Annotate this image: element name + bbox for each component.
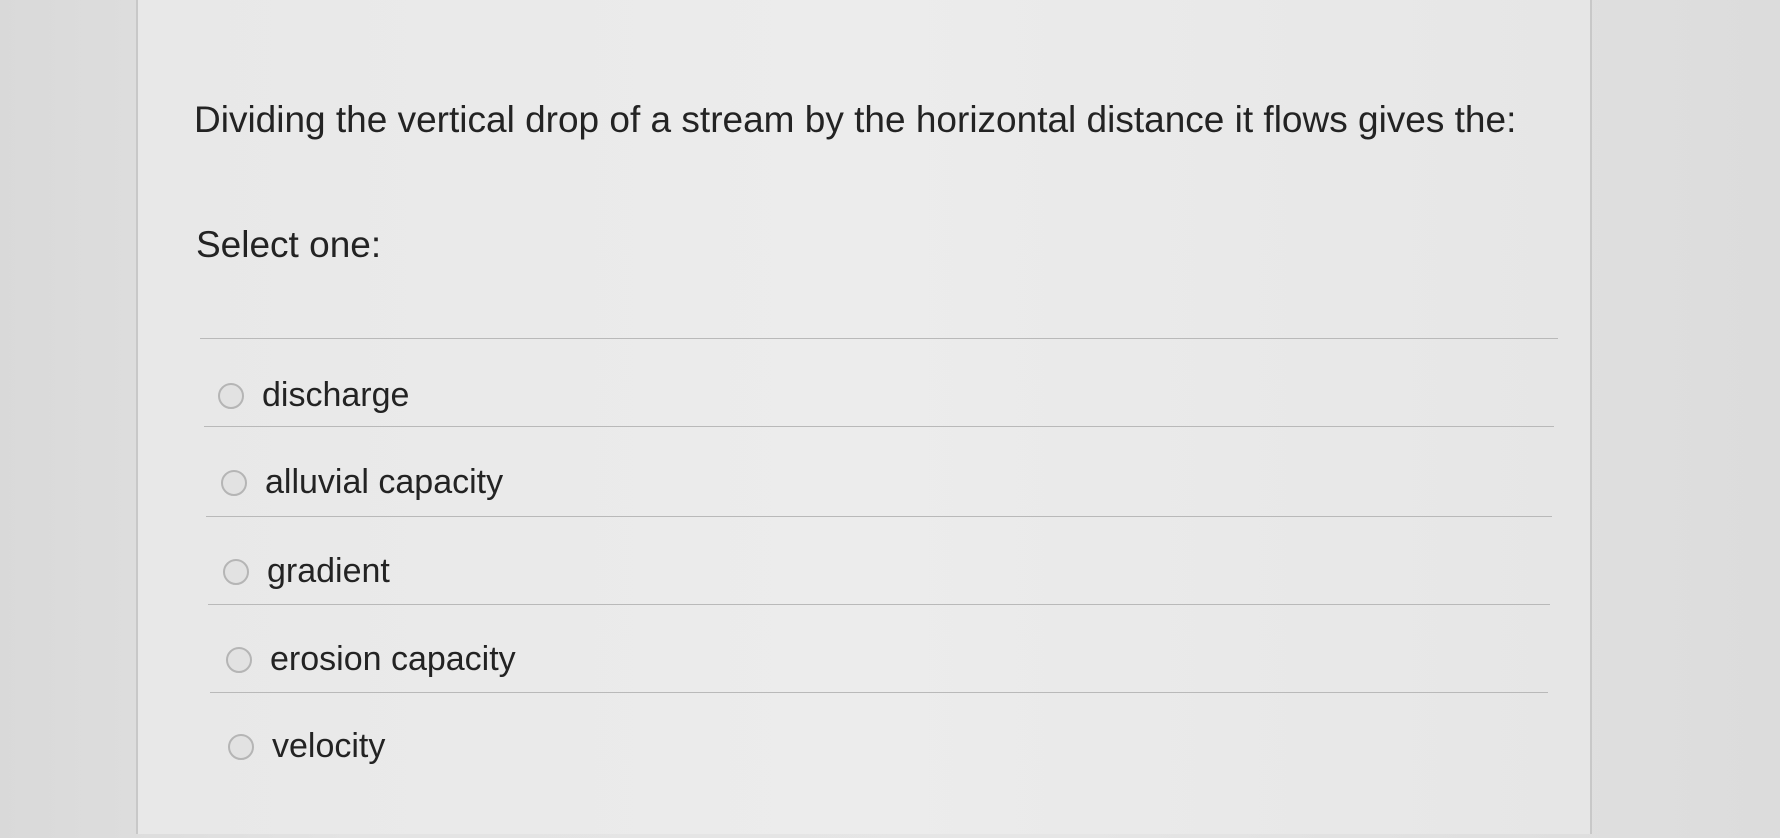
divider <box>200 338 1558 339</box>
divider <box>204 426 1554 427</box>
select-one-instruction: Select one: <box>196 224 382 265</box>
radio-button[interactable] <box>226 646 252 673</box>
radio-button[interactable] <box>223 558 249 585</box>
option-label: velocity <box>272 727 386 765</box>
option-discharge[interactable]: discharge <box>218 376 409 415</box>
divider <box>210 692 1548 693</box>
question-text: Dividing the vertical drop of a stream b… <box>194 99 1517 140</box>
option-erosion-capacity[interactable]: erosion capacity <box>226 640 516 679</box>
option-velocity[interactable]: velocity <box>228 727 385 766</box>
question-card: Dividing the vertical drop of a stream b… <box>136 0 1592 834</box>
divider <box>206 516 1552 517</box>
radio-button[interactable] <box>228 733 254 760</box>
option-gradient[interactable]: gradient <box>223 552 390 591</box>
option-label: discharge <box>262 376 410 414</box>
radio-button[interactable] <box>218 382 244 409</box>
option-label: erosion capacity <box>270 640 516 678</box>
option-alluvial-capacity[interactable]: alluvial capacity <box>221 463 503 502</box>
option-label: gradient <box>267 552 390 590</box>
option-label: alluvial capacity <box>265 463 504 501</box>
divider <box>208 604 1550 605</box>
radio-button[interactable] <box>221 469 247 496</box>
